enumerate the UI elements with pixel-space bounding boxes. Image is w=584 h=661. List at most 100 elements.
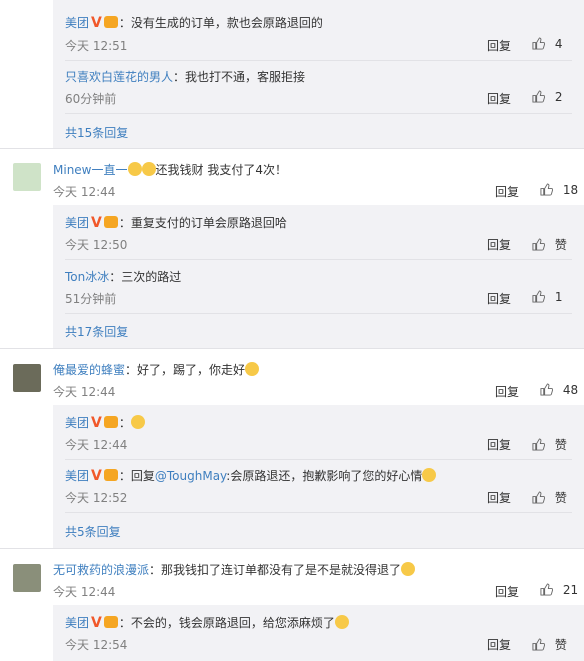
like-count: 4 — [554, 37, 563, 51]
avatar[interactable] — [13, 364, 41, 392]
reply-username[interactable]: 美团 — [65, 416, 89, 430]
like-button[interactable]: 21 — [540, 583, 578, 597]
reply-line: 美团 V ：不会的，钱会原路退回，给您添麻烦了 — [65, 614, 349, 631]
reply-username[interactable]: 美团 — [65, 616, 89, 630]
reply-text: ：三次的路过 — [109, 270, 182, 284]
comment-username[interactable]: Minew一直一 — [53, 163, 128, 177]
divider — [0, 348, 584, 349]
reply-username[interactable]: Ton冰冰 — [65, 270, 109, 284]
reply-time: 60分钟前 — [65, 92, 117, 106]
thumbs-up-icon — [532, 37, 546, 50]
like-count: 48 — [562, 383, 579, 397]
reply-text: ：没有生成的订单，款也会原路退回的 — [118, 16, 323, 30]
verified-icon: V — [91, 415, 102, 431]
reply-username[interactable]: 只喜欢白莲花的男人 — [65, 70, 173, 84]
thumbs-up-icon — [540, 383, 554, 396]
reply-text: ：不会的，钱会原路退回，给您添麻烦了 — [118, 616, 335, 630]
reply-time: 51分钟前 — [65, 292, 117, 306]
comment-line: Minew一直一 还我钱财 我支付了4次！ — [53, 161, 287, 178]
like-button[interactable]: 4 — [532, 37, 562, 51]
thumbs-up-icon — [532, 438, 546, 451]
verified-icon: V — [91, 615, 102, 631]
reply-line: 美团 V ：没有生成的订单，款也会原路退回的 — [65, 14, 323, 31]
reply-line: 美团 V ：回复@ToughMay:会原路退还，抱歉影响了您的好心情 — [65, 467, 437, 484]
thumbs-up-icon — [532, 290, 546, 303]
reply-text: ： — [118, 416, 131, 430]
wink-emoji-icon — [245, 362, 260, 376]
thumbs-up-icon — [540, 183, 554, 196]
comment-time: 今天 12:44 — [53, 385, 116, 399]
reply-button[interactable]: 回复 — [487, 290, 511, 307]
like-button[interactable]: 赞 — [532, 489, 567, 506]
laugh-cry-emoji-icon — [141, 162, 156, 176]
comment-line: 无可救药的浪漫派：那我钱扣了连订单都没有了是不是就没得退了 — [53, 561, 416, 578]
bow-emoji-icon — [334, 615, 349, 629]
comment-line: 俺最爱的蜂蜜：好了，踢了，你走好 — [53, 361, 260, 378]
comment-username[interactable]: 俺最爱的蜂蜜 — [53, 363, 125, 377]
comment-time: 今天 12:44 — [53, 185, 116, 199]
more-replies-link[interactable]: 共5条回复 — [65, 523, 121, 540]
reply-text: ：我也打不通，客服拒接 — [173, 70, 306, 84]
reply-text: ：重复支付的订单会原路退回哈 — [118, 216, 287, 230]
like-count: 赞 — [554, 638, 567, 652]
reply-button[interactable]: 回复 — [495, 183, 519, 200]
thumbs-up-icon — [532, 90, 546, 103]
like-button[interactable]: 赞 — [532, 236, 567, 253]
crown-icon — [103, 416, 118, 428]
thumbs-up-icon — [532, 638, 546, 651]
verified-icon: V — [91, 468, 102, 484]
like-count: 赞 — [554, 238, 567, 252]
divider — [0, 148, 584, 149]
divider — [65, 113, 572, 114]
reply-button[interactable]: 回复 — [487, 90, 511, 107]
like-button[interactable]: 18 — [540, 183, 578, 197]
like-button[interactable]: 1 — [532, 290, 562, 304]
reply-text-prefix: ：回复 — [118, 469, 155, 483]
avatar[interactable] — [13, 564, 41, 592]
comment-text: ：那我钱扣了连订单都没有了是不是就没得退了 — [149, 563, 402, 577]
reply-button[interactable]: 回复 — [487, 489, 511, 506]
like-button[interactable]: 赞 — [532, 636, 567, 653]
divider — [65, 512, 572, 513]
crown-icon — [103, 616, 118, 628]
like-count: 赞 — [554, 491, 567, 505]
more-replies-link[interactable]: 共17条回复 — [65, 323, 128, 340]
reply-button[interactable]: 回复 — [495, 383, 519, 400]
reply-username[interactable]: 美团 — [65, 469, 89, 483]
divider — [0, 548, 584, 549]
more-replies-link[interactable]: 共15条回复 — [65, 124, 128, 141]
reply-line: 美团 V ：重复支付的订单会原路退回哈 — [65, 214, 287, 231]
crown-icon — [103, 216, 118, 228]
reply-time: 今天 12:52 — [65, 491, 128, 505]
reply-button[interactable]: 回复 — [487, 636, 511, 653]
comment-time: 今天 12:44 — [53, 585, 116, 599]
reply-text: :会原路退还，抱歉影响了您的好心情 — [226, 469, 423, 483]
divider — [65, 459, 572, 460]
divider — [65, 313, 572, 314]
reply-username[interactable]: 美团 — [65, 16, 89, 30]
avatar[interactable] — [13, 163, 41, 191]
thumbs-up-icon — [532, 491, 546, 504]
like-count: 18 — [562, 183, 579, 197]
divider — [65, 259, 572, 260]
mention-link[interactable]: @ToughMay — [155, 469, 226, 483]
verified-icon: V — [91, 15, 102, 31]
reply-button[interactable]: 回复 — [487, 436, 511, 453]
reply-button[interactable]: 回复 — [487, 236, 511, 253]
reply-username[interactable]: 美团 — [65, 216, 89, 230]
crying-emoji-icon — [422, 468, 437, 482]
verified-icon: V — [91, 215, 102, 231]
reply-line: 美团 V ： — [65, 414, 145, 431]
reply-line: Ton冰冰：三次的路过 — [65, 268, 181, 285]
like-button[interactable]: 48 — [540, 383, 578, 397]
comment-username[interactable]: 无可救药的浪漫派 — [53, 563, 149, 577]
like-button[interactable]: 赞 — [532, 436, 567, 453]
like-count: 1 — [554, 290, 563, 304]
crown-icon — [103, 469, 118, 481]
reply-button[interactable]: 回复 — [495, 583, 519, 600]
crown-icon — [103, 16, 118, 28]
reply-button[interactable]: 回复 — [487, 37, 511, 54]
thumbs-up-icon — [532, 238, 546, 251]
like-button[interactable]: 2 — [532, 90, 562, 104]
like-count: 21 — [562, 583, 579, 597]
